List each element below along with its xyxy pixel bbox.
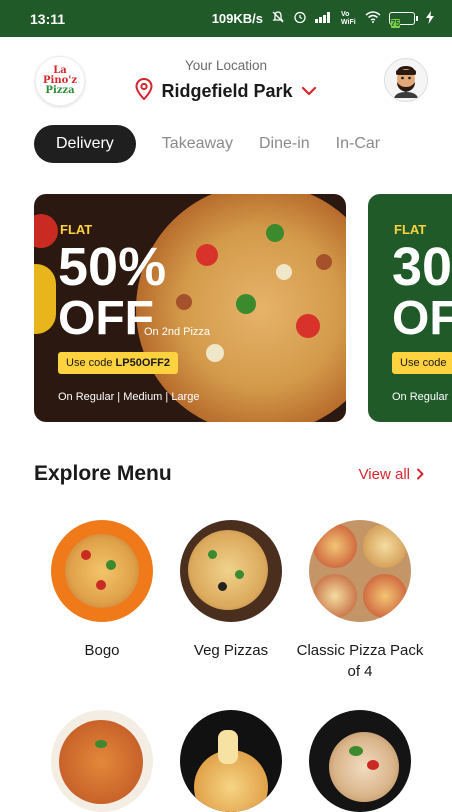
- chevron-right-icon: [417, 468, 424, 480]
- promo2-footer: On Regular: [392, 391, 449, 403]
- pasta-image: [51, 710, 153, 812]
- tab-takeaway[interactable]: Takeaway: [162, 135, 233, 153]
- promo-code-prefix: Use code: [66, 357, 116, 369]
- wifi-icon: [365, 11, 381, 26]
- status-time: 13:11: [30, 10, 66, 27]
- chevron-down-icon[interactable]: [301, 83, 317, 101]
- menu-item-pasta[interactable]: [32, 710, 172, 812]
- location-name: Ridgefield Park: [161, 81, 293, 101]
- mute-bell-icon: [271, 10, 285, 27]
- menu-item-bogo[interactable]: Bogo: [32, 520, 172, 661]
- promo2-code-chip[interactable]: Use code: [392, 352, 452, 374]
- promo-code: LP50OFF2: [115, 357, 170, 369]
- user-avatar-icon: [394, 66, 418, 98]
- promo-banner[interactable]: FLAT 50% OFF On 2nd Pizza Use code LP50O…: [34, 194, 346, 422]
- vowifi-label: Vo WiFi: [341, 10, 356, 26]
- network-speed: 109KB/s: [211, 11, 263, 26]
- battery-level: 75: [391, 19, 400, 28]
- menu-item-label: Veg Pizzas: [193, 642, 269, 659]
- battery-icon: 75: [389, 12, 418, 28]
- signal-icon: [315, 11, 333, 26]
- promo2-off: OF: [392, 292, 452, 345]
- location-label: Your Location: [184, 58, 268, 73]
- promo-footer: On Regular | Medium | Large: [58, 391, 200, 403]
- promo-banner-2[interactable]: FLAT 30 OF Use code On Regular: [368, 194, 452, 422]
- menu-item-label: Classic Pizza Pack of 4: [296, 642, 424, 680]
- classic-pack-image: [309, 520, 411, 622]
- tab-delivery[interactable]: Delivery: [34, 125, 136, 163]
- wrap-image: [309, 710, 411, 812]
- promo2-flat: FLAT: [394, 222, 427, 237]
- menu-item-wrap[interactable]: [290, 710, 430, 812]
- charging-icon: [426, 10, 434, 27]
- location-pin-icon: [135, 77, 153, 105]
- cheese-pizza-image: [180, 710, 282, 812]
- promo-off: OFF: [58, 292, 154, 345]
- promo-percent: 50%: [58, 237, 167, 297]
- promo-subtitle: On 2nd Pizza: [144, 326, 211, 338]
- status-bar: 13:11 109KB/s Vo WiFi 75: [0, 0, 452, 37]
- explore-menu-header: Explore Menu View all: [34, 462, 424, 486]
- order-type-tabs: Delivery Takeaway Dine-in In-Car: [34, 125, 380, 163]
- veg-pizza-image: [180, 520, 282, 622]
- promo-flat: FLAT: [60, 222, 93, 237]
- promo-code-chip[interactable]: Use code LP50OFF2: [58, 352, 178, 374]
- bogo-image: [51, 520, 153, 622]
- tomato-image: [34, 214, 58, 248]
- menu-item-label: Bogo: [84, 642, 120, 659]
- profile-avatar[interactable]: [384, 58, 428, 102]
- view-all-link[interactable]: View all: [359, 466, 424, 483]
- promo2-percent: 30: [392, 237, 452, 297]
- tab-dine-in[interactable]: Dine-in: [259, 135, 310, 153]
- status-icons: 109KB/s Vo WiFi 75: [211, 10, 434, 28]
- menu-item-veg-pizzas[interactable]: Veg Pizzas: [161, 520, 301, 661]
- pepper-image: [34, 264, 56, 334]
- promo-carousel[interactable]: FLAT 50% OFF On 2nd Pizza Use code LP50O…: [34, 194, 452, 422]
- menu-item-cheese-pizza[interactable]: [161, 710, 301, 812]
- pizza-image: [136, 194, 346, 422]
- section-title: Explore Menu: [34, 462, 172, 485]
- tab-in-car[interactable]: In-Car: [336, 135, 380, 153]
- menu-item-classic-pack[interactable]: Classic Pizza Pack of 4: [290, 520, 430, 682]
- view-all-label: View all: [358, 465, 410, 483]
- alarm-icon: [293, 10, 307, 27]
